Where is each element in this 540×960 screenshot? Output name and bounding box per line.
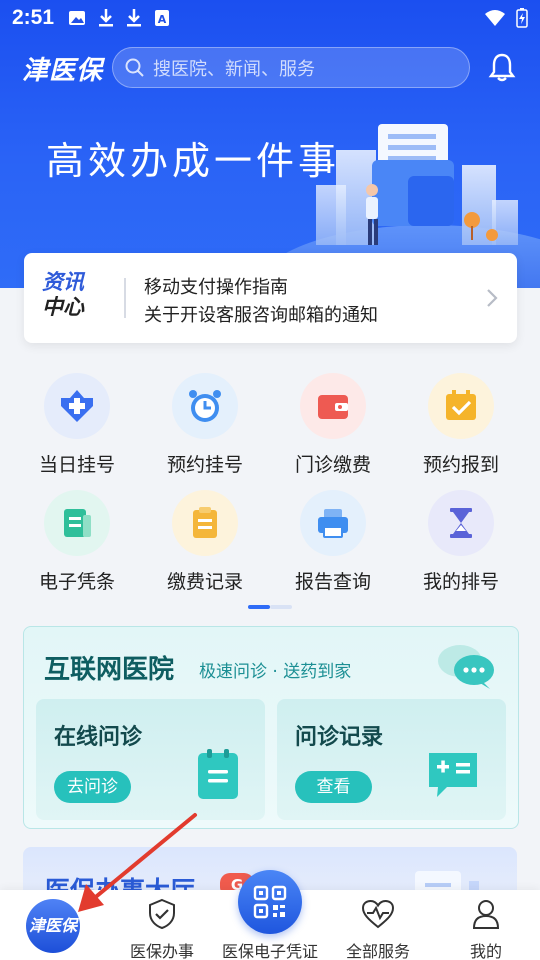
printer-icon xyxy=(300,490,366,556)
service-label: 预约挂号 xyxy=(166,454,243,476)
download-icon xyxy=(127,9,142,27)
news-logo-line2: 中心 xyxy=(42,295,84,319)
nav-insurance-services[interactable]: 医保办事 xyxy=(108,890,216,960)
clipboard-list-icon xyxy=(198,749,238,799)
news-center-logo: 资讯 中心 xyxy=(42,270,90,320)
service-label: 缴费记录 xyxy=(166,571,243,593)
consultation-records-card[interactable]: 问诊记录 查看 xyxy=(277,699,506,820)
banner-slogan: 高效办成一件事 xyxy=(46,139,341,183)
page-indicator-active xyxy=(248,605,270,609)
nav-label: 我的 xyxy=(469,942,502,960)
download-icon xyxy=(99,9,114,27)
page-indicator-inactive xyxy=(270,605,292,609)
service-label: 门诊缴费 xyxy=(294,454,371,476)
battery-charging-icon xyxy=(516,8,528,28)
search-placeholder: 搜医院、新闻、服务 xyxy=(153,58,315,80)
go-consult-button[interactable]: 去问诊 xyxy=(54,771,131,803)
qr-code-icon xyxy=(253,885,287,919)
shield-check-icon xyxy=(149,898,175,930)
text-icon: A xyxy=(155,10,170,26)
calendar-check-icon xyxy=(428,373,494,439)
service-same-day-registration[interactable]: 当日挂号 xyxy=(22,373,132,477)
nav-label: 医保办事 xyxy=(129,942,194,960)
bell-icon[interactable] xyxy=(488,52,516,82)
service-payment-records[interactable]: 缴费记录 xyxy=(150,490,260,594)
nav-label: 全部服务 xyxy=(345,942,410,960)
service-label: 我的排号 xyxy=(422,571,499,593)
service-label: 电子凭条 xyxy=(38,571,115,593)
news-logo-line1: 资讯 xyxy=(42,270,84,294)
status-time: 2:51 xyxy=(12,6,55,29)
page-indicator xyxy=(248,605,292,609)
service-appointment-checkin[interactable]: 预约报到 xyxy=(406,373,516,477)
nav-mine[interactable]: 我的 xyxy=(432,890,540,960)
divider xyxy=(124,278,126,318)
hourglass-icon xyxy=(428,490,494,556)
service-label: 预约报到 xyxy=(422,454,499,476)
receipt-icon xyxy=(44,490,110,556)
wifi-icon xyxy=(485,10,505,26)
online-consultation-card[interactable]: 在线问诊 去问诊 xyxy=(36,699,265,820)
nav-label: 医保电子凭证 xyxy=(221,942,318,960)
service-label: 当日挂号 xyxy=(38,454,115,476)
svg-text:A: A xyxy=(158,13,167,26)
user-icon xyxy=(472,900,500,929)
qr-code-button[interactable] xyxy=(238,870,302,934)
news-item[interactable]: 关于开设客服咨询邮箱的通知 xyxy=(144,301,378,327)
hero-banner: 2:51 A 津医保 搜医院、新闻、服务 高效办成一件事 xyxy=(0,0,540,288)
news-item[interactable]: 移动支付操作指南 xyxy=(144,273,288,299)
alarm-clock-icon xyxy=(172,373,238,439)
search-input[interactable]: 搜医院、新闻、服务 xyxy=(112,47,470,88)
card-title: 问诊记录 xyxy=(295,725,384,750)
service-my-queue[interactable]: 我的排号 xyxy=(406,490,516,594)
image-icon xyxy=(69,11,86,25)
clipboard-icon xyxy=(172,490,238,556)
internet-hospital-section: 互联网医院 极速问诊 · 送药到家 在线问诊 去问诊 问诊记录 查看 xyxy=(23,626,519,829)
chat-equals-icon xyxy=(429,753,477,797)
wallet-icon xyxy=(300,373,366,439)
chat-bubbles-icon xyxy=(438,645,494,689)
service-report-query[interactable]: 报告查询 xyxy=(278,490,388,594)
service-outpatient-payment[interactable]: 门诊缴费 xyxy=(278,373,388,477)
service-appointment-registration[interactable]: 预约挂号 xyxy=(150,373,260,477)
medical-cross-icon xyxy=(44,373,110,439)
internet-hospital-title: 互联网医院 xyxy=(44,655,175,685)
search-icon xyxy=(125,58,144,77)
service-e-receipt[interactable]: 电子凭条 xyxy=(22,490,132,594)
chevron-right-icon[interactable] xyxy=(485,287,499,309)
heart-pulse-icon xyxy=(361,899,395,929)
service-label: 报告查询 xyxy=(294,571,371,593)
card-title: 在线问诊 xyxy=(54,725,143,750)
nav-all-services[interactable]: 全部服务 xyxy=(324,890,432,960)
internet-hospital-subtitle: 极速问诊 · 送药到家 xyxy=(199,662,352,682)
app-logo: 津医保 xyxy=(22,56,104,86)
nav-home-button[interactable]: 津医保 xyxy=(26,899,80,953)
news-card[interactable]: 资讯 中心 移动支付操作指南 关于开设客服咨询邮箱的通知 xyxy=(24,253,517,343)
status-bar: 2:51 A xyxy=(0,0,540,36)
view-records-button[interactable]: 查看 xyxy=(295,771,372,803)
